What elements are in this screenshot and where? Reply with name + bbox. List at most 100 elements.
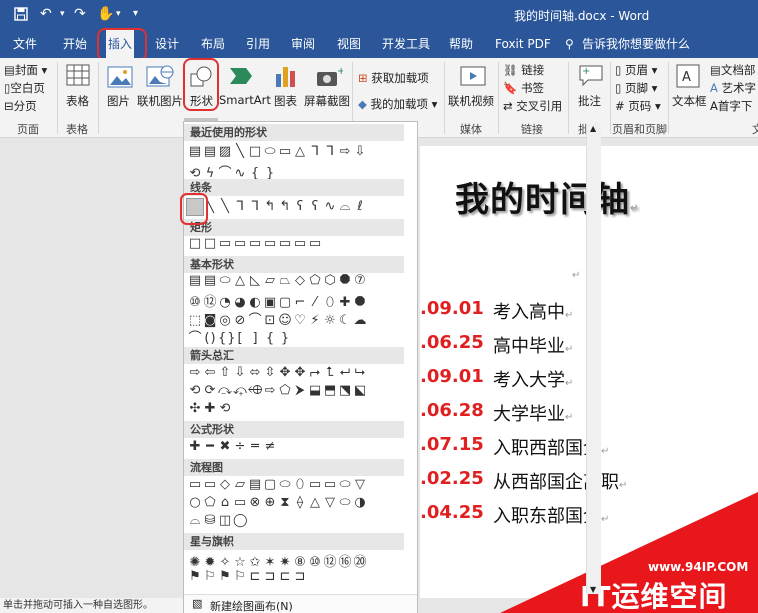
shape-option[interactable]: ] xyxy=(248,331,263,346)
shape-option[interactable]: ✚ xyxy=(203,401,218,416)
shape-option[interactable]: ◇ xyxy=(293,273,308,288)
shape-row-arrows[interactable]: ⇨ ⇦ ⇧ ⇩ ⬄ ⇳ ✥ ✥ ⮣ ⮤ ⮠ ⮡ xyxy=(188,365,368,383)
shape-option[interactable]: ⇨ xyxy=(188,365,203,380)
shape-option[interactable]: ⊕ xyxy=(263,495,278,510)
shape-option[interactable]: ⚐ xyxy=(203,569,218,584)
shape-row-stars[interactable]: ⚑ ⚐ ⚑ ⚐ ⊏ ⊐ ⊏ ⊐ xyxy=(188,569,308,587)
shape-option[interactable]: ÷ xyxy=(233,439,248,454)
shape-option[interactable]: ᒣ xyxy=(233,199,248,214)
shape-option[interactable]: ▭ xyxy=(293,236,308,251)
shape-option[interactable]: ⇳ xyxy=(263,365,278,380)
shape-option[interactable]: ☾ xyxy=(338,313,353,328)
tab-developer[interactable]: 开发工具 xyxy=(382,30,430,58)
scroll-down-icon[interactable]: ▼ xyxy=(590,585,596,594)
shape-option[interactable]: ☁ xyxy=(353,313,368,328)
get-addins-button[interactable]: ⊞ 获取加载项 xyxy=(358,70,429,86)
shape-option[interactable]: ⑦ xyxy=(353,273,368,288)
shape-row-recent[interactable]: ▤ ▤ ▨ ╲ □ ⬭ ▭ △ ᒣ ᒣ ⇨ ⇩ xyxy=(188,144,368,162)
shape-option[interactable]: ⤼ xyxy=(218,383,233,398)
shape-option[interactable]: ⟳ xyxy=(203,383,218,398)
blank-page-button[interactable]: ▯空白页 xyxy=(4,80,45,96)
shape-option[interactable]: □ xyxy=(248,144,263,159)
customize-qat-icon[interactable]: ▾ xyxy=(133,4,138,24)
shape-option[interactable]: ☼ xyxy=(323,313,338,328)
tell-me-search[interactable]: 告诉我你想要做什么 xyxy=(582,30,690,58)
comment-button[interactable]: 批注 xyxy=(578,93,601,109)
shape-option[interactable]: ↰ xyxy=(278,199,293,214)
shape-option[interactable]: ▤ xyxy=(248,477,263,492)
shape-option[interactable]: ⛁ xyxy=(203,513,218,528)
shape-row-flowchart[interactable]: ⌓ ⛁ ◫◯ xyxy=(188,513,248,531)
shape-option[interactable]: ▭ xyxy=(323,477,338,492)
shape-option[interactable]: ▭ xyxy=(263,236,278,251)
pictures-button[interactable]: 图片 xyxy=(107,93,130,109)
shape-row-basic[interactable]: ⬚ ◙ ◎ ⊘ ⌒ ⊡ ☺♡ ⚡ ☼ ☾ ☁ xyxy=(188,309,368,328)
shape-row-flowchart[interactable]: ▭ ▭ ◇ ▱ ▤ ▢ ⬭ ⬯ ▭ ▭ ⬭ ▽ xyxy=(188,477,368,495)
shape-option[interactable]: ⚐ xyxy=(233,569,248,584)
tab-references[interactable]: 引用 xyxy=(246,30,270,58)
shape-option[interactable]: ⑫ xyxy=(323,551,338,570)
smartart-button[interactable]: SmartArt xyxy=(219,93,271,107)
table-button[interactable]: 表格 xyxy=(66,93,89,109)
shape-option[interactable]: ○ xyxy=(188,495,203,510)
shape-option[interactable]: ⯃ xyxy=(353,295,368,310)
shape-option[interactable]: ▭ xyxy=(278,144,293,159)
quick-parts-button[interactable]: ▤文档部 xyxy=(710,62,755,78)
shape-option[interactable]: {} xyxy=(218,331,236,346)
shape-option[interactable]: ⊗ xyxy=(248,495,263,510)
shape-option[interactable]: ⬭ xyxy=(218,273,233,288)
shape-option[interactable]: ∿ xyxy=(323,199,338,214)
shape-option[interactable]: ⑩ xyxy=(308,555,323,570)
shape-option[interactable]: ⑳ xyxy=(353,551,368,570)
shape-option[interactable]: ⌒ xyxy=(188,327,203,346)
shape-option[interactable]: ▤ xyxy=(203,144,218,159)
shape-option[interactable]: ✥ xyxy=(278,365,293,380)
shape-option[interactable]: ⮞ xyxy=(293,383,308,398)
shape-option[interactable]: □ xyxy=(203,236,218,251)
tab-help[interactable]: 帮助 xyxy=(449,30,473,58)
new-drawing-canvas-button[interactable]: ▧ 新建绘图画布(N) xyxy=(184,594,417,613)
shape-option[interactable]: [ xyxy=(233,331,248,346)
cross-reference-button[interactable]: ⇄ 交叉引用 xyxy=(503,98,562,114)
shape-option[interactable]: ⬲ xyxy=(248,383,263,398)
page-break-button[interactable]: ⊟分页 xyxy=(4,98,37,114)
shape-option[interactable]: ⊡ xyxy=(263,313,278,328)
screenshot-button[interactable]: 屏幕截图 xyxy=(304,93,350,109)
shape-option[interactable]: △ xyxy=(308,495,323,510)
undo-dropdown[interactable]: ▾ xyxy=(60,4,65,24)
bookmark-button[interactable]: 🔖 书签 xyxy=(503,80,544,96)
shape-option[interactable]: ⊐ xyxy=(293,569,308,584)
shape-option[interactable]: ▢ xyxy=(263,477,278,492)
shape-option[interactable]: ▨ xyxy=(218,144,233,159)
shape-option[interactable]: ⌐ xyxy=(293,295,308,310)
shape-option[interactable]: ⬭ xyxy=(338,495,353,510)
shape-option[interactable]: ᒣ xyxy=(308,144,323,159)
shape-option[interactable]: ⑩ xyxy=(188,295,203,310)
shape-option[interactable]: ℓ xyxy=(353,199,368,214)
shape-option[interactable]: () xyxy=(203,331,218,346)
shape-option[interactable]: ⑯ xyxy=(338,551,353,570)
shape-option[interactable]: ≠ xyxy=(263,439,278,454)
shape-option[interactable]: ✥ xyxy=(293,365,308,380)
shape-option[interactable]: ▭ xyxy=(233,236,248,251)
shape-option[interactable]: ▣ xyxy=(263,295,278,310)
shape-option[interactable]: ♡ xyxy=(293,313,308,328)
shape-option[interactable]: △ xyxy=(233,273,248,288)
shape-option[interactable]: ⏢ xyxy=(278,273,293,288)
shape-option[interactable]: ⬠ xyxy=(308,273,323,288)
tab-foxit-pdf[interactable]: Foxit PDF xyxy=(495,30,551,58)
shape-row-recent[interactable]: ⟲ ϟ ⌒ ∿{} xyxy=(188,162,278,181)
shape-option[interactable]: ⬭ xyxy=(338,477,353,492)
shape-option[interactable]: ⬄ xyxy=(248,365,263,380)
shape-option[interactable]: ◺ xyxy=(248,273,263,288)
shape-option[interactable]: ⇦ xyxy=(203,365,218,380)
redo-icon[interactable]: ↷ xyxy=(74,4,86,24)
page-number-button[interactable]: # 页码 ▾ xyxy=(615,98,661,114)
shape-option[interactable]: ⊏ xyxy=(278,569,293,584)
shape-option[interactable]: ⇩ xyxy=(233,365,248,380)
cover-page-button[interactable]: ▤封面 ▾ xyxy=(4,62,47,78)
shape-option[interactable]: ◙ xyxy=(203,313,218,328)
shape-option[interactable]: ⊘ xyxy=(233,313,248,328)
shape-row-rectangles[interactable]: □ □ ▭ ▭ ▭ ▭ ▭ ▭ ▭ xyxy=(188,236,323,254)
shape-option[interactable]: □ xyxy=(188,236,203,251)
